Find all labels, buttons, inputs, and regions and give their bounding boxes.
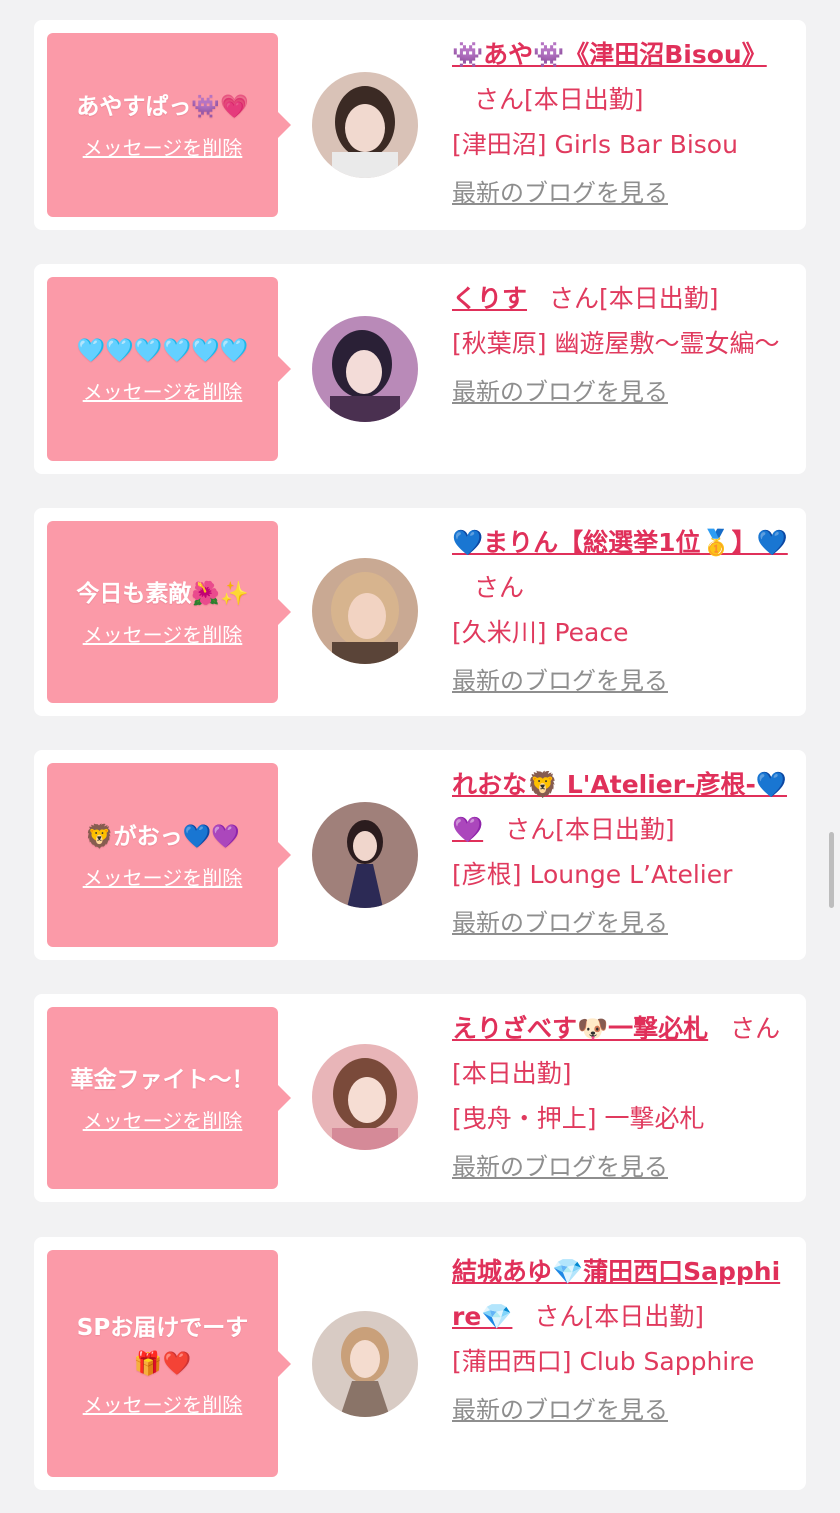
cast-card: SPお届けでーす 🎁❤️ メッセージを削除 結城あゆ💎蒲田西口Sapphire💎… <box>34 1237 806 1490</box>
avatar[interactable] <box>312 1311 418 1417</box>
message-bubble: 🩵🩵🩵🩵🩵🩵 メッセージを削除 <box>47 277 291 461</box>
latest-blog-link[interactable]: 最新のブログを見る <box>452 1390 668 1430</box>
attendance-status: [本日出勤] <box>599 284 719 313</box>
cast-card: あやすぱっ👾💗 メッセージを削除 👾あや👾《津田沼Bisou》さん[本日出勤] … <box>34 20 806 230</box>
honorific: さん <box>549 284 600 313</box>
cast-card: 🦁がおっ💙💜 メッセージを削除 れおな🦁 L'Atelier-彦根-💙💜 さん[本… <box>34 750 806 960</box>
message-bubble: あやすぱっ👾💗 メッセージを削除 <box>47 33 291 217</box>
message-bubble: 華金ファイト〜！ メッセージを削除 <box>47 1007 291 1189</box>
message-bubble: SPお届けでーす 🎁❤️ メッセージを削除 <box>47 1250 291 1477</box>
honorific: さん <box>534 1302 585 1331</box>
cast-info: くりす さん[本日出勤] [秋葉原] 幽遊屋敷〜霊女編〜 最新のブログを見る <box>452 276 792 414</box>
delete-message-link[interactable]: メッセージを削除 <box>83 1392 243 1418</box>
scrollbar[interactable] <box>829 832 834 908</box>
avatar-photo <box>312 1044 418 1150</box>
cast-info: えりざべす🐶一撃必札 さん [本日出勤] [曳舟・押上] 一撃必札 最新のブログを見… <box>452 1006 792 1189</box>
honorific: さん <box>505 815 556 844</box>
shop-name: [曳舟・押上] 一撃必札 <box>452 1104 705 1133</box>
latest-blog-link[interactable]: 最新のブログを見る <box>452 903 668 943</box>
cast-name-link[interactable]: 👾あや👾《津田沼Bisou》 <box>452 40 767 69</box>
avatar[interactable] <box>312 802 418 908</box>
cast-info: れおな🦁 L'Atelier-彦根-💙💜 さん[本日出勤] [彦根] Lounge… <box>452 762 792 945</box>
avatar[interactable] <box>312 316 418 422</box>
cast-card: 今日も素敵🌺✨ メッセージを削除 💙まりん【総選挙1位🥇】💙 さん [久米川] P… <box>34 508 806 716</box>
attendance-status: [本日出勤] <box>452 1059 572 1088</box>
honorific: さん <box>474 85 525 114</box>
delete-message-link[interactable]: メッセージを削除 <box>83 135 243 161</box>
latest-blog-link[interactable]: 最新のブログを見る <box>452 372 668 412</box>
latest-blog-link[interactable]: 最新のブログを見る <box>452 661 668 701</box>
favorite-cast-list: あやすぱっ👾💗 メッセージを削除 👾あや👾《津田沼Bisou》さん[本日出勤] … <box>0 0 840 1513</box>
avatar-photo <box>312 1311 418 1417</box>
message-bubble: 今日も素敵🌺✨ メッセージを削除 <box>47 521 291 703</box>
delete-message-link[interactable]: メッセージを削除 <box>83 865 243 891</box>
delete-message-link[interactable]: メッセージを削除 <box>83 379 243 405</box>
shop-name: [津田沼] Girls Bar Bisou <box>452 130 738 159</box>
latest-blog-link[interactable]: 最新のブログを見る <box>452 1147 668 1187</box>
delete-message-link[interactable]: メッセージを削除 <box>83 622 243 648</box>
latest-blog-link[interactable]: 最新のブログを見る <box>452 173 668 213</box>
avatar[interactable] <box>312 72 418 178</box>
message-text: 🦁がおっ💙💜 <box>85 824 240 850</box>
cast-info: 💙まりん【総選挙1位🥇】💙 さん [久米川] Peace 最新のブログを見る <box>452 520 792 703</box>
cast-name-link[interactable]: くりす <box>452 284 527 313</box>
avatar-photo <box>312 72 418 178</box>
cast-info: 👾あや👾《津田沼Bisou》さん[本日出勤] [津田沼] Girls Bar B… <box>452 32 792 215</box>
cast-name-link[interactable]: えりざべす🐶一撃必札 <box>452 1014 708 1043</box>
delete-message-link[interactable]: メッセージを削除 <box>83 1108 243 1134</box>
message-text: 華金ファイト〜！ <box>70 1067 255 1093</box>
attendance-status: [本日出勤] <box>584 1302 704 1331</box>
message-bubble: 🦁がおっ💙💜 メッセージを削除 <box>47 763 291 947</box>
message-text: 🩵🩵🩵🩵🩵🩵 <box>76 338 249 364</box>
attendance-status: [本日出勤] <box>555 815 675 844</box>
shop-name: [蒲田西口] Club Sapphire <box>452 1347 755 1376</box>
attendance-status: [本日出勤] <box>524 85 644 114</box>
cast-card: 華金ファイト〜！ メッセージを削除 えりざべす🐶一撃必札 さん [本日出勤] [曳舟… <box>34 994 806 1202</box>
avatar-photo <box>312 316 418 422</box>
avatar[interactable] <box>312 558 418 664</box>
avatar-photo <box>312 558 418 664</box>
avatar[interactable] <box>312 1044 418 1150</box>
cast-card: 🩵🩵🩵🩵🩵🩵 メッセージを削除 くりす さん[本日出勤] [秋葉原] 幽遊屋敷〜霊… <box>34 264 806 474</box>
honorific: さん <box>474 573 525 602</box>
message-text: SPお届けでーす 🎁❤️ <box>76 1314 249 1377</box>
shop-name: [秋葉原] 幽遊屋敷〜霊女編〜 <box>452 329 780 358</box>
shop-name: [彦根] Lounge L’Atelier <box>452 860 733 889</box>
cast-info: 結城あゆ💎蒲田西口Sapphire💎 さん[本日出勤] [蒲田西口] Club S… <box>452 1249 792 1432</box>
honorific: さん <box>730 1014 781 1043</box>
message-text: 今日も素敵🌺✨ <box>76 581 249 607</box>
cast-name-link[interactable]: 💙まりん【総選挙1位🥇】💙 <box>452 528 788 557</box>
message-text: あやすぱっ👾💗 <box>76 94 249 120</box>
avatar-photo <box>312 802 418 908</box>
shop-name: [久米川] Peace <box>452 618 629 647</box>
